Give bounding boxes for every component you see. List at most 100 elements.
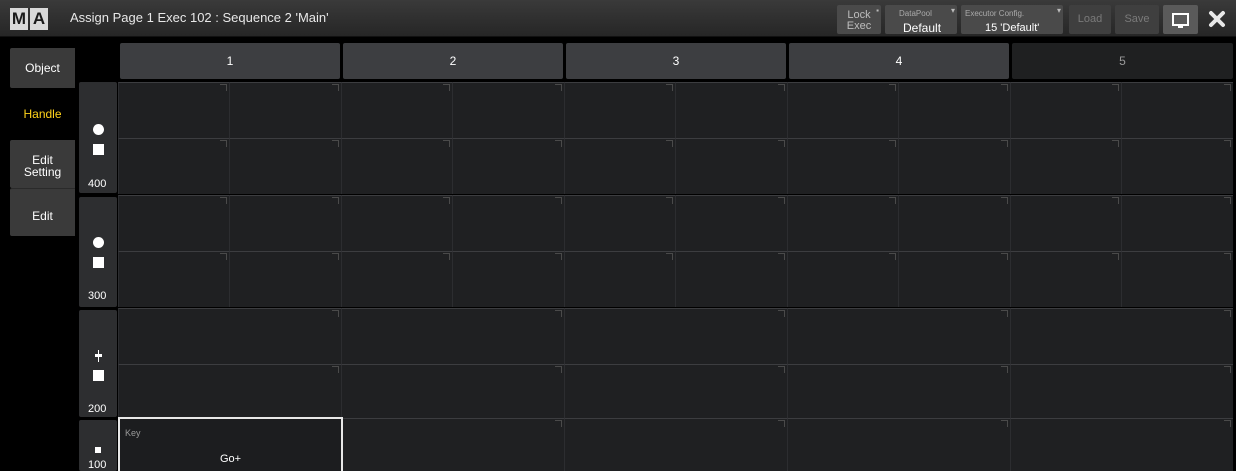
monitor-icon (1172, 13, 1189, 28)
grid-cell[interactable] (675, 82, 787, 138)
executor-config-button[interactable]: ▾ Executor Config. 15 'Default' (961, 5, 1063, 34)
grid-cell[interactable] (452, 251, 564, 307)
row-label: 400 (88, 178, 107, 190)
grid-cell[interactable] (1121, 82, 1233, 138)
grid-cell[interactable] (898, 195, 1010, 251)
grid-cell[interactable] (118, 82, 229, 138)
grid-cell[interactable] (787, 364, 1010, 418)
grid-cell[interactable] (564, 308, 787, 364)
load-button[interactable]: Load (1069, 5, 1111, 34)
grid-cell[interactable] (341, 308, 564, 364)
grid-cell[interactable] (787, 138, 898, 194)
grid-cell[interactable] (229, 251, 341, 307)
grid-cell[interactable] (1010, 364, 1233, 418)
selected-cell-key[interactable]: Key Go+ (118, 417, 343, 471)
grid-cell[interactable] (341, 251, 452, 307)
tab-edit-setting[interactable]: Edit Setting (10, 140, 75, 188)
dropdown-marker-icon: ▾ (1056, 6, 1061, 15)
close-icon (1209, 11, 1225, 27)
grid-cell[interactable] (229, 138, 341, 194)
column-header-1[interactable]: 1 (120, 43, 340, 79)
grid-cell[interactable] (675, 251, 787, 307)
grid-cell[interactable] (1010, 138, 1121, 194)
logo-letter-a: A (30, 8, 48, 30)
grid-cell[interactable] (1010, 82, 1121, 138)
column-header-2[interactable]: 2 (343, 43, 563, 79)
grid-cell[interactable] (787, 308, 1010, 364)
ma-logo: M A (10, 8, 48, 30)
executor-config-label: Executor Config. (965, 9, 1025, 18)
row-label: 300 (88, 290, 107, 302)
tab-edit[interactable]: Edit (10, 188, 75, 236)
grid-cell[interactable] (341, 82, 452, 138)
datapool-label: DataPool (899, 9, 932, 18)
column-header-5[interactable]: 5 (1012, 43, 1233, 79)
grid-cell[interactable] (787, 82, 898, 138)
grid-cell[interactable] (1121, 251, 1233, 307)
grid-cell[interactable] (341, 195, 452, 251)
screen-button[interactable] (1163, 5, 1198, 34)
grid-cell[interactable] (452, 195, 564, 251)
grid-cell[interactable] (564, 82, 675, 138)
tab-object[interactable]: Object (10, 48, 75, 88)
grid-cell[interactable] (898, 138, 1010, 194)
small-square-icon (95, 447, 101, 453)
grid-cell[interactable] (229, 195, 341, 251)
datapool-value: Default (903, 21, 942, 34)
grid-cell[interactable] (787, 418, 1010, 471)
grid-cell[interactable] (1010, 195, 1121, 251)
close-button[interactable] (1202, 5, 1232, 34)
grid-cell[interactable] (118, 195, 229, 251)
grid-cell[interactable] (675, 138, 787, 194)
grid-cell[interactable] (452, 82, 564, 138)
circle-icon (93, 237, 104, 248)
grid-cell[interactable] (341, 138, 452, 194)
grid-cell[interactable] (1010, 251, 1121, 307)
grid-cell[interactable] (564, 138, 675, 194)
grid-cell[interactable] (118, 138, 229, 194)
grid-cell[interactable] (1010, 308, 1233, 364)
dropdown-marker-icon: ▾ (950, 6, 955, 15)
cell-caption: Key (125, 428, 141, 438)
grid-cell[interactable] (341, 418, 564, 471)
square-icon (93, 370, 104, 381)
column-header-3[interactable]: 3 (566, 43, 786, 79)
grid-cell[interactable] (1010, 418, 1233, 471)
grid-cell[interactable] (564, 418, 787, 471)
grid-cell[interactable] (898, 251, 1010, 307)
grid-cell[interactable] (675, 195, 787, 251)
row-header-300[interactable]: 300 (79, 197, 117, 307)
grid-cell[interactable] (118, 251, 229, 307)
grid-cell[interactable] (787, 251, 898, 307)
row-label: 100 (88, 459, 107, 471)
grid-cell[interactable] (787, 195, 898, 251)
grid-cell[interactable] (229, 82, 341, 138)
grid-cell[interactable] (898, 82, 1010, 138)
grid-cell[interactable] (564, 195, 675, 251)
grid-cell[interactable] (118, 364, 341, 418)
lock-exec-label: Lock Exec (846, 9, 872, 32)
row-label: 200 (88, 403, 107, 415)
grid-cell[interactable] (564, 251, 675, 307)
cell-function: Go+ (219, 453, 242, 465)
lock-exec-button[interactable]: ▪ Lock Exec (837, 5, 881, 34)
corner-marker-icon: ▪ (876, 6, 879, 15)
tab-edit-setting-label: Edit Setting (23, 153, 62, 179)
grid-cell[interactable] (118, 308, 341, 364)
row-header-100[interactable]: 100 (79, 420, 117, 471)
save-button[interactable]: Save (1115, 5, 1159, 34)
column-header-4[interactable]: 4 (789, 43, 1009, 79)
grid-cell[interactable] (1121, 195, 1233, 251)
datapool-button[interactable]: ▾ DataPool Default (885, 5, 957, 34)
grid-cell[interactable] (1121, 138, 1233, 194)
grid-cell[interactable] (452, 138, 564, 194)
row-header-200[interactable]: 200 (79, 310, 117, 417)
grid-cell[interactable] (341, 364, 564, 418)
tab-handle[interactable]: Handle (10, 92, 75, 136)
title-bar: M A Assign Page 1 Exec 102 : Sequence 2 … (0, 0, 1236, 37)
executor-config-value: 15 'Default' (985, 22, 1040, 34)
window-title: Assign Page 1 Exec 102 : Sequence 2 'Mai… (70, 10, 329, 25)
fader-icon (95, 350, 102, 362)
grid-cell[interactable] (564, 364, 787, 418)
row-header-400[interactable]: 400 (79, 82, 117, 193)
